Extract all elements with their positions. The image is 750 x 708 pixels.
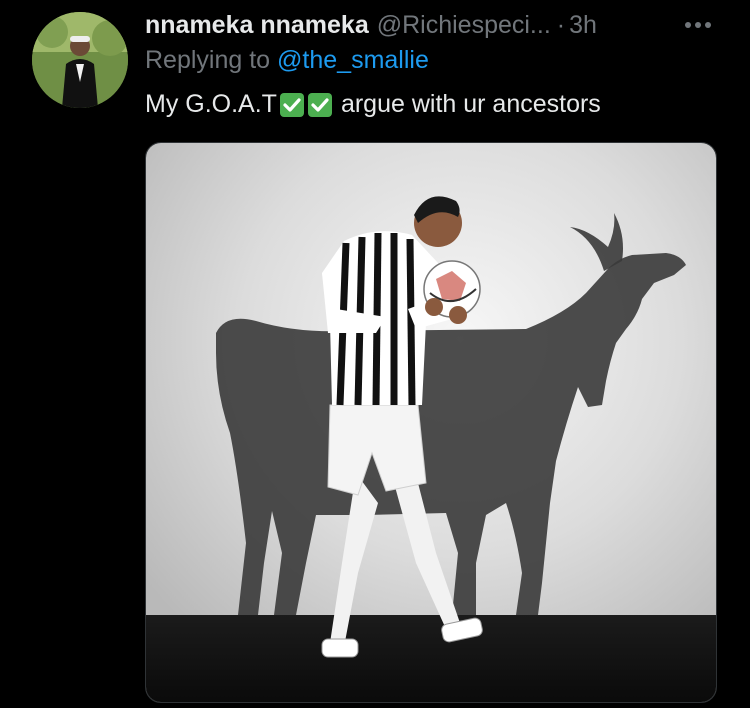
more-dots-icon <box>685 22 711 28</box>
player-and-goat-shadow-photo-icon <box>146 143 716 702</box>
tweet[interactable]: nnameka nnameka @Richiespeci... · 3h Rep… <box>0 0 750 708</box>
meta-separator: · <box>556 10 566 39</box>
replying-to-label: Replying to <box>145 46 271 74</box>
author-avatar[interactable] <box>32 12 128 108</box>
reply-mention-link[interactable]: @the_smallie <box>277 46 429 74</box>
replying-to-line: Replying to @the_smallie <box>145 46 429 75</box>
profile-photo-icon <box>32 12 128 108</box>
tweet-text-end: argue with ur ancestors <box>340 90 601 118</box>
author-handle[interactable]: @Richiespeci... <box>377 11 551 40</box>
tweet-timestamp[interactable]: 3h <box>569 11 597 40</box>
tweet-media-image[interactable] <box>145 142 717 703</box>
author-display-name[interactable]: nnameka nnameka <box>145 11 369 40</box>
more-options-button[interactable] <box>680 10 716 40</box>
tweet-text: My G.O.A.T argue with ur ancestors <box>145 90 601 119</box>
tweet-text-start: My G.O.A.T <box>145 90 277 118</box>
white-check-mark-icon <box>307 92 332 117</box>
tweet-header: nnameka nnameka @Richiespeci... · 3h <box>145 8 597 42</box>
white-check-mark-icon <box>279 92 304 117</box>
